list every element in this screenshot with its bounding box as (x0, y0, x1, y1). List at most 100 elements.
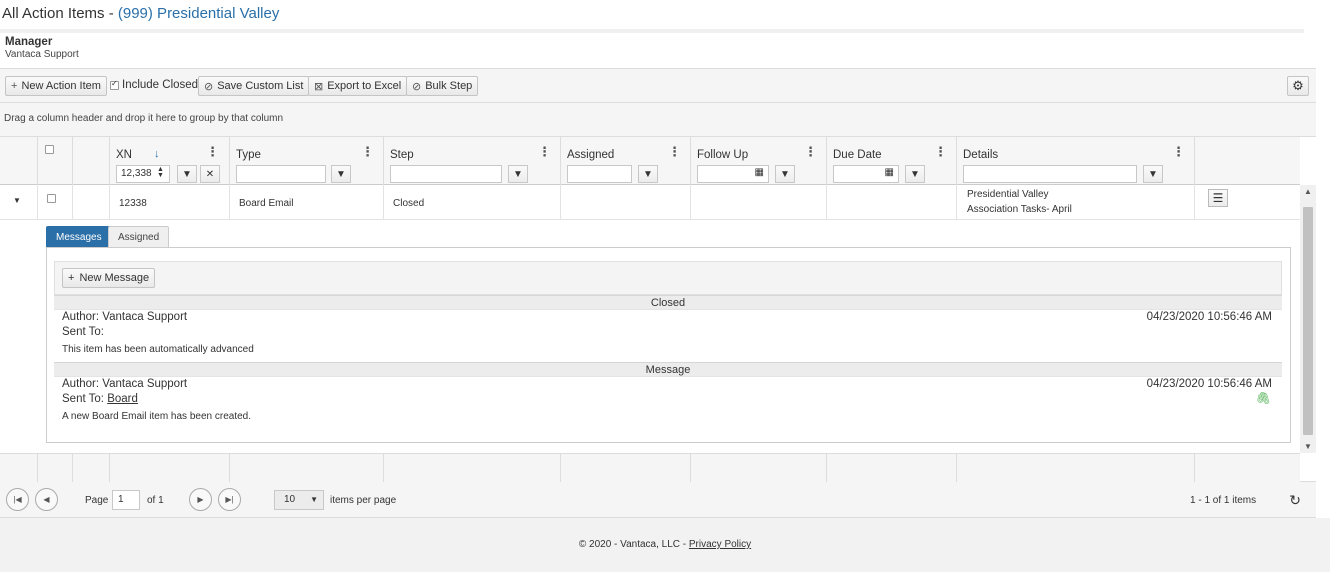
footer-cell (691, 454, 827, 483)
collapse-icon[interactable]: ▼ (13, 196, 21, 205)
header-blank-col (73, 137, 110, 185)
column-menu-icon[interactable]: ⋮ (206, 145, 219, 158)
new-action-item-button[interactable]: + New Action Item (5, 76, 107, 96)
message-sent-to: Sent To: (62, 326, 104, 338)
sort-descending-icon: ↓ (154, 148, 160, 160)
action-items-grid: XN ↓ ⋮ 12,338 ▲ ▼ ▼ ✕ Type ⋮ ▼ Step ⋮ ▼ A… (0, 137, 1316, 483)
include-closed-label: Include Closed (122, 79, 199, 91)
grid-header: XN ↓ ⋮ 12,338 ▲ ▼ ▼ ✕ Type ⋮ ▼ Step ⋮ ▼ A… (0, 137, 1300, 185)
scrollbar-thumb[interactable] (1303, 207, 1313, 435)
select-all-checkbox[interactable] (45, 145, 54, 154)
calendar-icon[interactable]: ▦ (885, 167, 894, 178)
step-filter-input[interactable] (390, 165, 502, 183)
calendar-icon[interactable]: ▦ (755, 167, 764, 178)
column-menu-icon[interactable]: ⋮ (668, 145, 681, 158)
group-by-panel[interactable]: Drag a column header and drop it here to… (0, 103, 1316, 137)
messages-panel: + New Message Closed Author: Vantaca Sup… (46, 247, 1291, 443)
table-row[interactable]: ▼ 12338 Board Email Closed Presidential … (0, 185, 1300, 220)
association-link[interactable]: (999) Presidential Valley (118, 5, 279, 22)
filter-button[interactable]: ▼ (1143, 165, 1163, 183)
scroll-down-icon[interactable]: ▼ (1304, 442, 1312, 451)
filter-button[interactable]: ▼ (177, 165, 197, 183)
row-checkbox[interactable] (47, 194, 56, 203)
cell-follow-up (691, 185, 827, 220)
message-sent-to: Sent To: Board (62, 393, 138, 405)
column-menu-icon[interactable]: ⋮ (361, 145, 374, 158)
export-excel-label: Export to Excel (327, 80, 402, 92)
header-select-col (38, 137, 73, 185)
vertical-scrollbar[interactable]: ▲ ▼ (1300, 185, 1316, 453)
filter-button[interactable]: ▼ (775, 165, 795, 183)
spinner-icon[interactable]: ▲ ▼ (157, 166, 164, 179)
type-filter-input[interactable] (236, 165, 326, 183)
page-number-input[interactable]: 1 (112, 490, 140, 510)
clear-filter-button[interactable]: ✕ (200, 165, 220, 183)
row-menu-button[interactable]: ☰ (1208, 189, 1228, 207)
gear-icon: ⚙ (1292, 78, 1304, 93)
new-message-button[interactable]: + New Message (62, 268, 156, 288)
page-title: All Action Items - (999) Presidential Va… (2, 5, 279, 22)
save-custom-list-button[interactable]: ⊘ Save Custom List (198, 76, 310, 96)
cell-due-date (827, 185, 957, 220)
header-step-title[interactable]: Step (390, 149, 414, 161)
privacy-policy-link[interactable]: Privacy Policy (689, 539, 751, 550)
column-menu-icon[interactable]: ⋮ (1172, 145, 1185, 158)
filter-button[interactable]: ▼ (905, 165, 925, 183)
header-type-title[interactable]: Type (236, 149, 261, 161)
row-expander-cell[interactable]: ▼ (0, 185, 38, 220)
column-menu-icon[interactable]: ⋮ (934, 145, 947, 158)
attachment-icon[interactable]: 🖇 (1256, 391, 1271, 405)
tab-assigned[interactable]: Assigned (108, 226, 170, 247)
cell-type-value: Board Email (239, 198, 294, 209)
include-closed-checkbox[interactable] (110, 79, 119, 90)
page-size-select[interactable]: 10 ▼ (274, 490, 324, 510)
header-step[interactable]: Step ⋮ ▼ (384, 137, 561, 185)
include-closed-toggle[interactable]: Include Closed (110, 79, 198, 91)
row-select-cell (38, 185, 73, 220)
header-actions-col (1195, 137, 1300, 185)
header-expander-col (0, 137, 38, 185)
check-circle-icon: ⊘ (412, 80, 422, 93)
page-footer: © 2020 - Vantaca, LLC - Privacy Policy (0, 518, 1330, 572)
header-assigned[interactable]: Assigned ⋮ ▼ (561, 137, 691, 185)
scroll-up-icon[interactable]: ▲ (1304, 187, 1312, 196)
column-menu-icon[interactable]: ⋮ (804, 145, 817, 158)
group-by-hint: Drag a column header and drop it here to… (4, 113, 284, 124)
header-follow-up-title[interactable]: Follow Up (697, 149, 748, 161)
settings-button[interactable]: ⚙ (1287, 76, 1309, 96)
due-date-filter-input[interactable]: ▦ (833, 165, 899, 183)
page-title-prefix: All Action Items - (2, 5, 118, 22)
filter-button[interactable]: ▼ (508, 165, 528, 183)
assigned-filter-input[interactable] (567, 165, 632, 183)
next-page-button[interactable]: ▶ (189, 488, 212, 511)
first-page-button[interactable]: |◀ (6, 488, 29, 511)
header-xn-title[interactable]: XN (116, 149, 132, 161)
sent-to-board-link[interactable]: Board (107, 393, 138, 405)
footer-cell (561, 454, 691, 483)
header-xn[interactable]: XN ↓ ⋮ 12,338 ▲ ▼ ▼ ✕ (110, 137, 230, 185)
filter-button[interactable]: ▼ (638, 165, 658, 183)
filter-icon: ▼ (513, 168, 523, 180)
new-action-item-label: New Action Item (21, 80, 101, 92)
filter-button[interactable]: ▼ (331, 165, 351, 183)
details-filter-input[interactable] (963, 165, 1137, 183)
tab-messages[interactable]: Messages (46, 226, 112, 247)
filter-icon: ▼ (643, 168, 653, 180)
follow-up-filter-input[interactable]: ▦ (697, 165, 769, 183)
header-follow-up[interactable]: Follow Up ⋮ ▦ ▼ (691, 137, 827, 185)
column-menu-icon[interactable]: ⋮ (538, 145, 551, 158)
header-details[interactable]: Details ⋮ ▼ (957, 137, 1195, 185)
header-type[interactable]: Type ⋮ ▼ (230, 137, 384, 185)
export-excel-button[interactable]: ⊠ Export to Excel (308, 76, 408, 96)
cell-xn-value: 12338 (119, 198, 147, 209)
bulk-step-button[interactable]: ⊘ Bulk Step (406, 76, 479, 96)
last-page-button[interactable]: ▶| (218, 488, 241, 511)
header-due-date[interactable]: Due Date ⋮ ▦ ▼ (827, 137, 957, 185)
prev-page-button[interactable]: ◀ (35, 488, 58, 511)
refresh-icon[interactable]: ↻ (1289, 492, 1301, 509)
message-body: A new Board Email item has been created. (62, 411, 251, 422)
header-due-date-title[interactable]: Due Date (833, 149, 882, 161)
header-assigned-title[interactable]: Assigned (567, 149, 614, 161)
header-details-title[interactable]: Details (963, 149, 998, 161)
page-size-value: 10 (284, 494, 296, 505)
